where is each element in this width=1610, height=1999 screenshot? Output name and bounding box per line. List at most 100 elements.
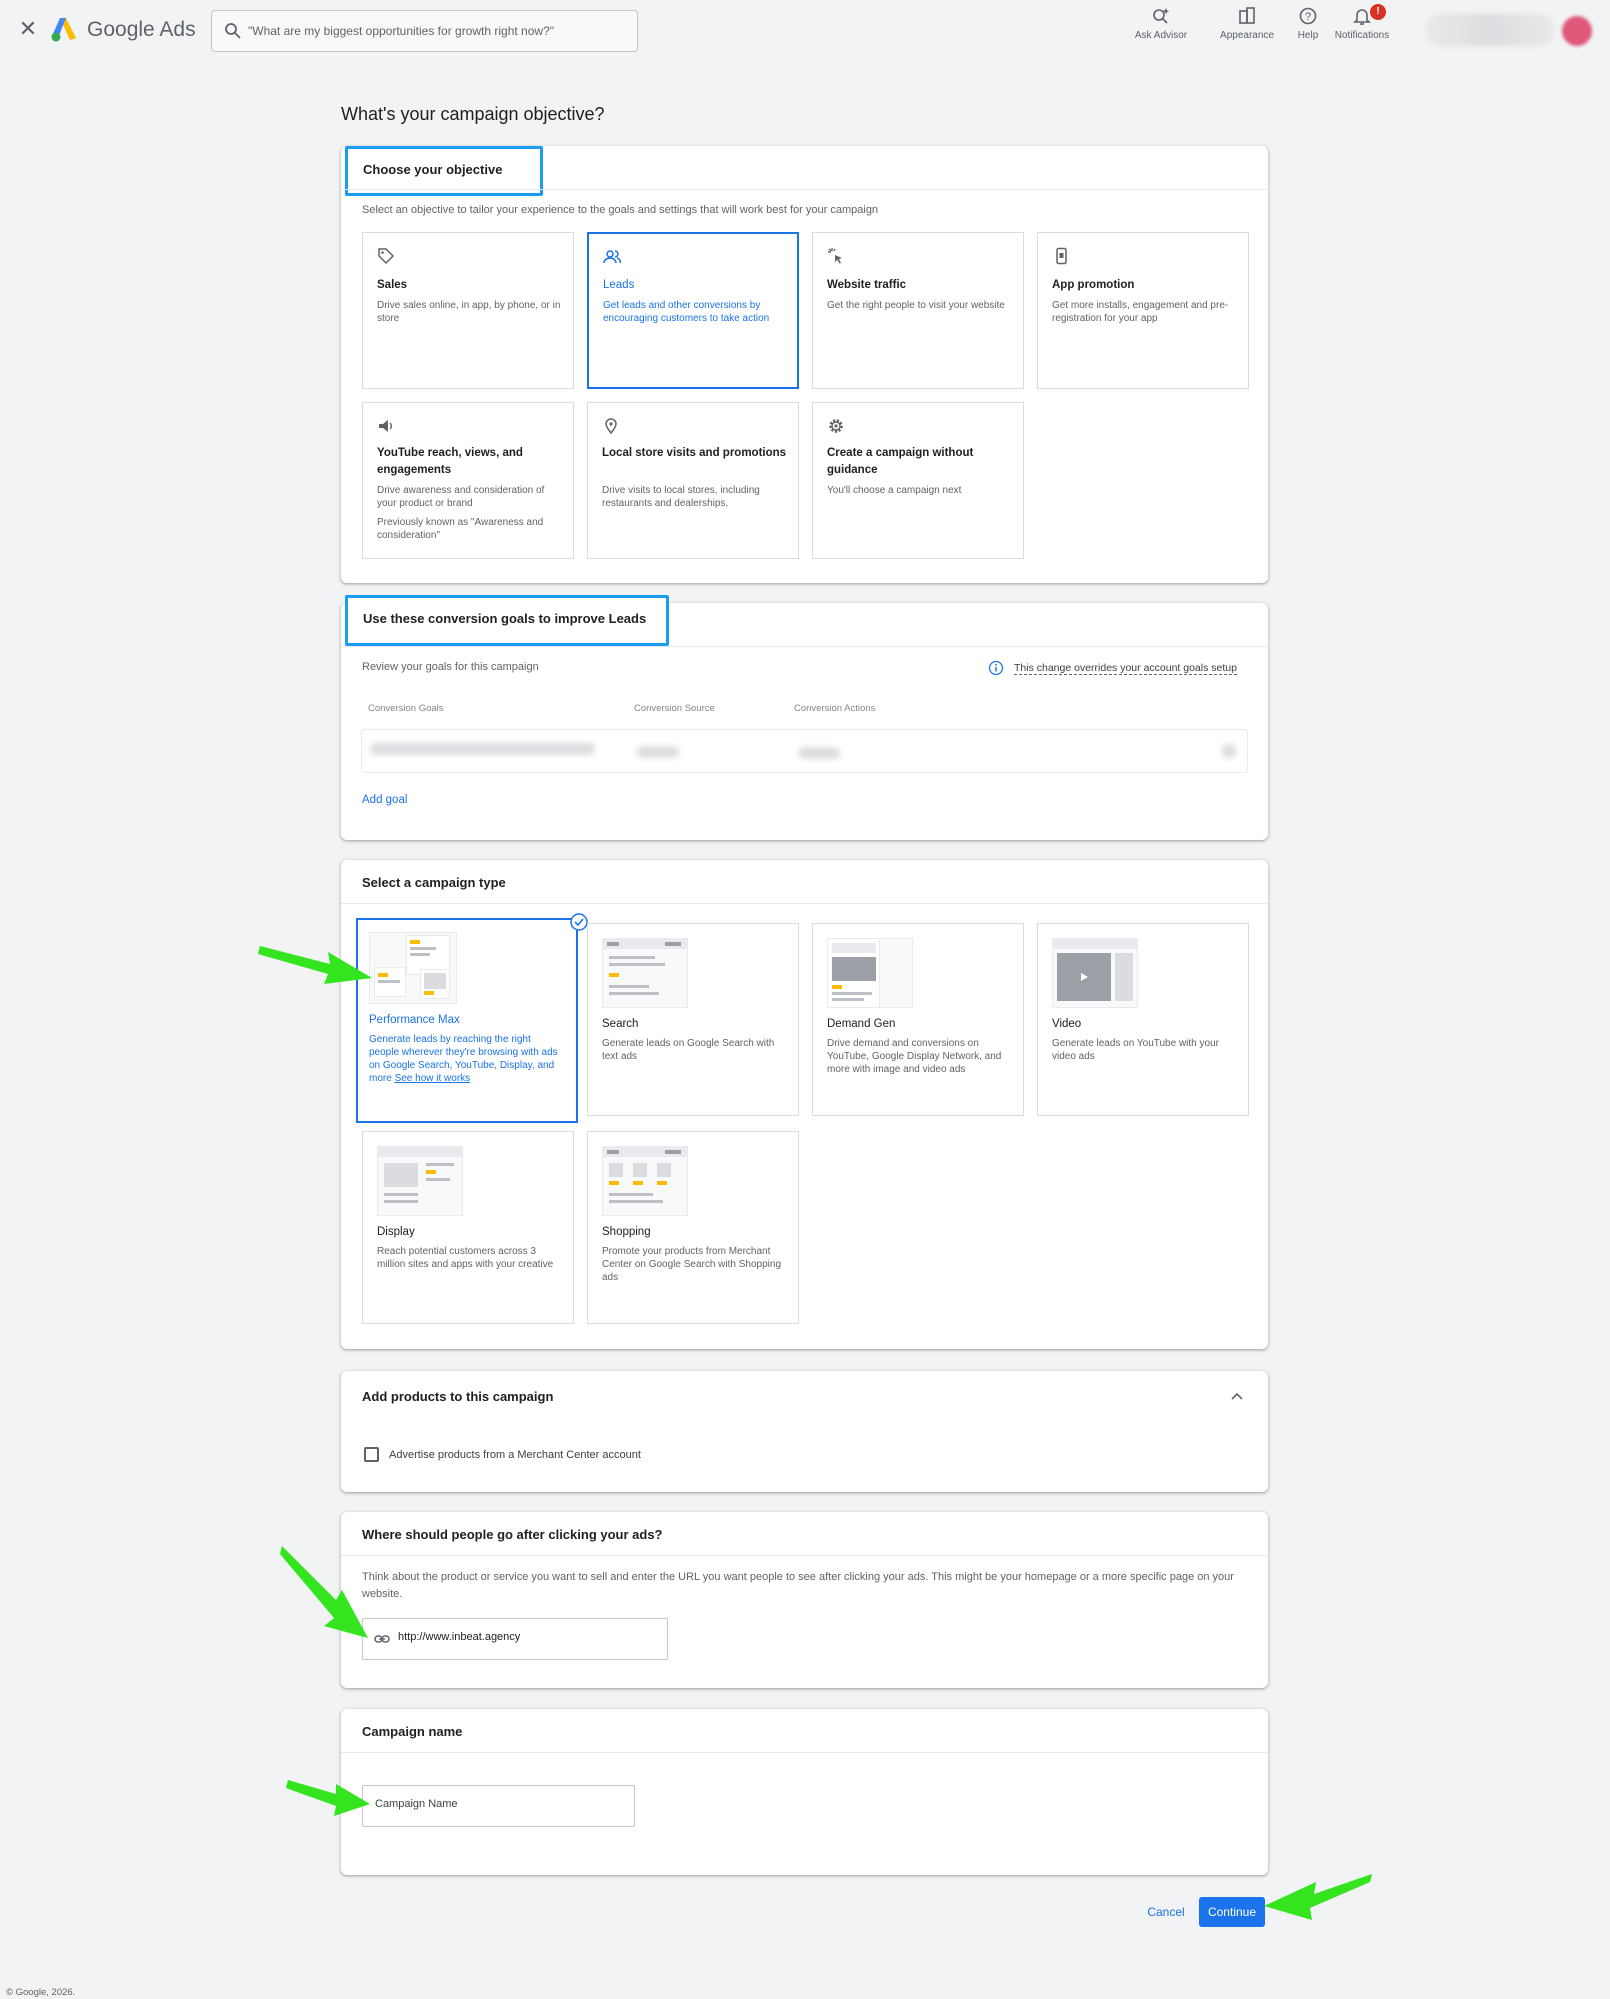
campaign-type-demand-gen[interactable]: Demand Gen Drive demand and conversions … bbox=[812, 923, 1024, 1116]
notification-badge: ! bbox=[1370, 4, 1386, 20]
objective-option-title: Create a campaign without guidance bbox=[827, 447, 974, 476]
page-title: What's your campaign objective? bbox=[341, 104, 605, 124]
campaign-type-title: Performance Max bbox=[369, 1014, 460, 1026]
objective-option-desc: You'll choose a campaign next bbox=[827, 485, 962, 496]
objective-heading: Choose your objective bbox=[363, 162, 503, 177]
svg-text:?: ? bbox=[1305, 11, 1311, 23]
add-goal-link[interactable]: Add goal bbox=[362, 794, 407, 806]
campaign-type-title: Display bbox=[377, 1226, 415, 1238]
display-thumbnail bbox=[377, 1146, 463, 1216]
selected-check-icon bbox=[570, 913, 588, 931]
campaign-type-desc: Generate leads on Google Search with tex… bbox=[602, 1038, 775, 1062]
campaign-type-search[interactable]: Search Generate leads on Google Search w… bbox=[587, 923, 799, 1116]
cancel-button[interactable]: Cancel bbox=[1140, 1900, 1192, 1924]
gear-icon bbox=[829, 419, 843, 433]
search-thumbnail bbox=[602, 938, 688, 1008]
campaign-type-desc: Drive demand and conversions on YouTube,… bbox=[827, 1038, 1002, 1075]
objective-option-title: Leads bbox=[603, 279, 635, 291]
campaign-type-desc: Generate leads on YouTube with your vide… bbox=[1052, 1038, 1219, 1062]
search-box[interactable] bbox=[211, 10, 638, 52]
ask-advisor-label: Ask Advisor bbox=[1134, 30, 1188, 41]
link-icon bbox=[374, 1635, 390, 1643]
objective-option-desc: Get the right people to visit your websi… bbox=[827, 300, 1005, 311]
annotation-arrow-icon bbox=[258, 946, 372, 984]
conversion-goals-card: Use these conversion goals to improve Le… bbox=[341, 595, 1268, 840]
cursor-click-icon bbox=[828, 248, 842, 264]
merchant-center-checkbox[interactable] bbox=[364, 1447, 379, 1462]
column-header: Conversion Source bbox=[634, 703, 715, 714]
objective-option-sales[interactable]: Sales Drive sales online, in app, by pho… bbox=[362, 232, 574, 389]
campaign-type-desc: Generate leads by reaching the right peo… bbox=[369, 1033, 559, 1085]
objective-option-local-store[interactable]: Local store visits and promotions Drive … bbox=[587, 402, 799, 559]
notifications-button[interactable]: Notifications ! bbox=[1330, 4, 1394, 46]
footer-copyright: © Google, 2026. bbox=[6, 1987, 76, 1998]
phone-icon bbox=[1056, 247, 1067, 265]
campaign-type-performance-max[interactable]: Performance Max Generate leads by reachi… bbox=[356, 918, 578, 1123]
search-input[interactable] bbox=[248, 20, 628, 42]
video-thumbnail bbox=[1052, 938, 1138, 1008]
annotation-arrow-icon bbox=[286, 1780, 370, 1816]
objective-option-desc: Drive visits to local stores, including … bbox=[602, 485, 760, 509]
campaign-name-heading: Campaign name bbox=[362, 1724, 463, 1739]
objective-card: Choose your objective Select an objectiv… bbox=[341, 146, 1268, 583]
campaign-type-shopping[interactable]: Shopping Promote your products from Merc… bbox=[587, 1131, 799, 1324]
objective-option-app-promotion[interactable]: App promotion Get more installs, engagem… bbox=[1037, 232, 1249, 389]
google-ads-logo-icon bbox=[51, 18, 76, 42]
objective-option-title: Website traffic bbox=[827, 279, 907, 291]
objective-option-title: Sales bbox=[377, 279, 408, 291]
redacted-actions bbox=[798, 747, 840, 759]
objective-subtitle: Select an objective to tailor your exper… bbox=[362, 204, 879, 216]
location-pin-icon bbox=[605, 418, 617, 435]
divider bbox=[341, 646, 1268, 647]
shopping-thumbnail bbox=[602, 1146, 688, 1216]
override-note[interactable]: This change overrides your account goals… bbox=[1014, 662, 1237, 675]
objective-option-youtube-reach[interactable]: YouTube reach, views, and engagements Dr… bbox=[362, 402, 574, 559]
campaign-type-title: Shopping bbox=[602, 1226, 651, 1238]
campaign-type-display[interactable]: Display Reach potential customers across… bbox=[362, 1131, 574, 1324]
info-icon bbox=[988, 660, 1004, 676]
objective-option-desc: Get leads and other conversions by encou… bbox=[603, 300, 770, 324]
final-url-input[interactable] bbox=[398, 1631, 658, 1643]
tag-icon bbox=[378, 248, 395, 265]
card-header: Campaign name bbox=[341, 1709, 1268, 1753]
appearance-label: Appearance bbox=[1220, 30, 1274, 41]
avatar[interactable] bbox=[1562, 16, 1592, 46]
conversion-goal-row[interactable] bbox=[361, 729, 1248, 773]
campaign-name-card: Campaign name bbox=[341, 1709, 1268, 1875]
conversion-heading-highlight: Use these conversion goals to improve Le… bbox=[345, 595, 669, 646]
people-icon bbox=[603, 250, 621, 264]
annotation-arrow-icon bbox=[1264, 1874, 1372, 1920]
campaign-type-title: Search bbox=[602, 1018, 639, 1030]
objective-option-no-guidance[interactable]: Create a campaign without guidance You'l… bbox=[812, 402, 1024, 559]
destination-heading: Where should people go after clicking yo… bbox=[362, 1527, 663, 1542]
continue-button[interactable]: Continue bbox=[1199, 1897, 1265, 1927]
see-how-it-works-link[interactable]: See how it works bbox=[395, 1073, 471, 1084]
close-icon[interactable]: ✕ bbox=[16, 14, 40, 44]
speaker-icon bbox=[379, 420, 392, 432]
destination-card: Where should people go after clicking yo… bbox=[341, 1512, 1268, 1688]
objective-option-leads[interactable]: Leads Get leads and other conversions by… bbox=[587, 232, 799, 389]
campaign-name-field[interactable] bbox=[362, 1785, 635, 1827]
objective-option-website-traffic[interactable]: Website traffic Get the right people to … bbox=[812, 232, 1024, 389]
campaign-name-input[interactable] bbox=[375, 1798, 625, 1810]
row-action-icon[interactable] bbox=[1222, 744, 1236, 758]
account-switcher[interactable] bbox=[1425, 14, 1555, 46]
destination-description: Think about the product or service you w… bbox=[362, 1571, 1234, 1600]
ask-advisor-button[interactable]: Ask Advisor bbox=[1128, 6, 1194, 46]
annotation-arrow-icon bbox=[280, 1546, 368, 1638]
campaign-type-card: Select a campaign type Performance Max G… bbox=[341, 860, 1268, 1349]
bell-icon bbox=[1353, 9, 1371, 25]
help-icon: ? bbox=[1299, 7, 1317, 25]
card-header: Select a campaign type bbox=[341, 860, 1268, 904]
final-url-field[interactable] bbox=[362, 1618, 668, 1660]
objective-option-desc: Drive awareness and consideration of you… bbox=[377, 485, 545, 509]
appearance-button[interactable]: Appearance bbox=[1212, 6, 1282, 46]
objective-option-title: App promotion bbox=[1052, 279, 1135, 291]
search-icon bbox=[225, 23, 241, 39]
help-button[interactable]: ? Help bbox=[1290, 6, 1326, 46]
campaign-type-video[interactable]: Video Generate leads on YouTube with you… bbox=[1037, 923, 1249, 1116]
objective-option-desc: Get more installs, engagement and pre-re… bbox=[1052, 300, 1229, 324]
objective-option-note: Previously known as "Awareness and consi… bbox=[377, 517, 544, 541]
chevron-up-icon[interactable] bbox=[1229, 1389, 1245, 1405]
add-products-heading: Add products to this campaign bbox=[362, 1389, 554, 1404]
